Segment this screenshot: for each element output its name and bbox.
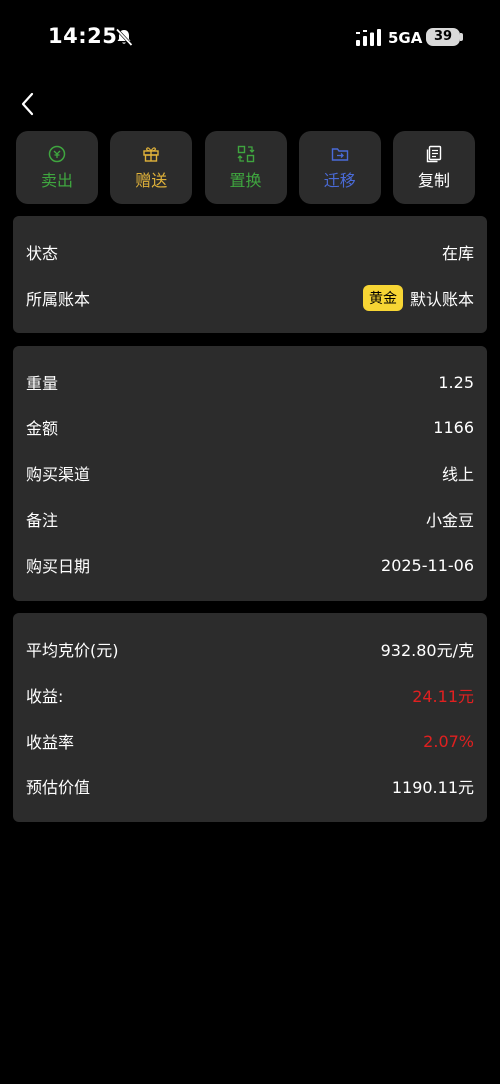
profit-rate-label: 收益率 <box>26 733 75 752</box>
profit-value: 24.11元 <box>412 687 474 706</box>
status-row: 状态 在库 <box>26 240 474 264</box>
avg-price-value: 932.80元/克 <box>380 641 474 660</box>
account-label: 所属账本 <box>26 290 91 309</box>
date-row: 购买日期 2025-11-06 <box>26 553 474 577</box>
copy-button[interactable]: 复制 <box>393 131 475 204</box>
weight-row: 重量 1.25 <box>26 370 474 394</box>
amount-row: 金额 1166 <box>26 415 474 439</box>
date-value: 2025-11-06 <box>381 555 474 575</box>
back-button[interactable] <box>14 88 44 120</box>
sell-button[interactable]: 卖出 <box>16 131 98 204</box>
migrate-icon <box>331 147 348 161</box>
amount-label: 金额 <box>26 419 59 438</box>
amount-value: 1166 <box>433 417 474 437</box>
profit-label: 收益: <box>26 687 64 706</box>
channel-label: 购买渠道 <box>26 465 91 484</box>
estimate-row: 预估价值 1190.11元 <box>26 774 474 798</box>
status-time: 14:25 <box>48 24 118 48</box>
chevron-left-icon <box>21 92 34 116</box>
migrate-label: 迁移 <box>323 170 356 190</box>
status-bar: 14:25 5GA 39 <box>0 0 500 74</box>
date-label: 购买日期 <box>26 557 91 576</box>
account-row[interactable]: 所属账本 黄金 默认账本 <box>26 285 474 311</box>
exchange-label: 置换 <box>229 170 262 190</box>
copy-icon <box>426 145 442 162</box>
avg-price-row: 平均克价(元) 932.80元/克 <box>26 637 474 661</box>
account-value-group: 黄金 默认账本 <box>362 285 474 311</box>
copy-label: 复制 <box>417 170 450 190</box>
action-bar: 卖出 赠送 置换 迁移 复制 <box>16 131 475 204</box>
valuation-card: 平均克价(元) 932.80元/克 收益: 24.11元 收益率 2.07% 预… <box>13 613 487 822</box>
channel-value: 线上 <box>441 465 474 484</box>
sell-label: 卖出 <box>40 170 73 190</box>
account-value: 默认账本 <box>409 290 474 309</box>
signal-icon <box>356 29 381 46</box>
purchase-info-card: 重量 1.25 金额 1166 购买渠道 线上 备注 小金豆 购买日期 2025… <box>13 346 487 601</box>
gift-button[interactable]: 赠送 <box>110 131 193 204</box>
note-label: 备注 <box>26 511 59 530</box>
note-value: 小金豆 <box>425 511 474 530</box>
weight-label: 重量 <box>26 374 59 393</box>
estimate-label: 预估价值 <box>26 778 91 797</box>
channel-row: 购买渠道 线上 <box>26 461 474 485</box>
bell-muted-icon <box>115 28 133 47</box>
gift-icon <box>143 146 159 162</box>
profit-rate-value: 2.07% <box>423 731 474 751</box>
note-row: 备注 小金豆 <box>26 507 474 531</box>
status-value: 在库 <box>441 244 474 263</box>
avg-price-label: 平均克价(元) <box>26 641 119 660</box>
battery-tip <box>460 33 463 41</box>
network-type: 5GA <box>388 29 423 47</box>
status-card: 状态 在库 所属账本 黄金 默认账本 <box>13 216 487 333</box>
status-label: 状态 <box>26 244 59 263</box>
gift-label: 赠送 <box>135 170 168 190</box>
estimate-value: 1190.11元 <box>391 778 474 797</box>
profit-rate-row: 收益率 2.07% <box>26 729 474 753</box>
weight-value: 1.25 <box>438 372 474 392</box>
exchange-icon <box>237 145 254 162</box>
profit-row: 收益: 24.11元 <box>26 683 474 707</box>
battery-indicator: 39 <box>426 28 460 46</box>
exchange-button[interactable]: 置换 <box>204 131 287 204</box>
gold-badge: 黄金 <box>362 285 403 311</box>
sell-icon <box>48 145 66 162</box>
migrate-button[interactable]: 迁移 <box>298 131 381 204</box>
